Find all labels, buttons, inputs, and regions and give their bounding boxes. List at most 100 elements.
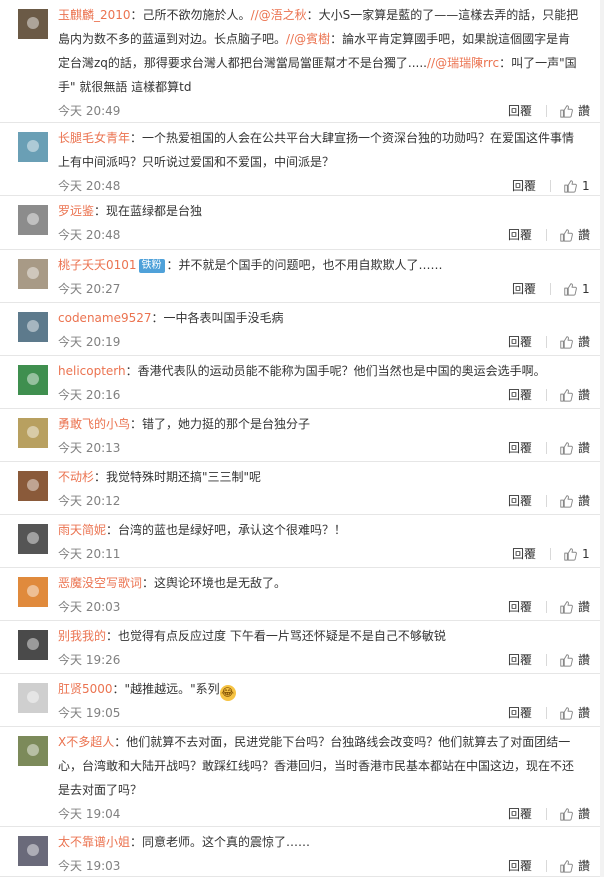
comment-time: 今天 19:04 <box>58 807 121 821</box>
username-link[interactable]: 长腿毛女青年 <box>58 131 130 145</box>
mention-link[interactable]: //@浯之秋 <box>251 8 307 22</box>
username-link[interactable]: 肛贤5000 <box>58 682 113 696</box>
reply-button[interactable]: 回覆 <box>508 225 532 245</box>
comment-item: 雨天简妮：台湾的蓝也是绿好吧，承认这个很难吗？！ 今天 20:11 回覆 1 <box>0 515 600 568</box>
reply-button[interactable]: 回覆 <box>508 101 532 121</box>
avatar[interactable] <box>18 9 48 39</box>
reply-button[interactable]: 回覆 <box>508 438 532 458</box>
avatar[interactable] <box>18 132 48 162</box>
avatar[interactable] <box>18 577 48 607</box>
reply-button[interactable]: 回覆 <box>512 544 536 564</box>
like-button[interactable]: 讚 <box>559 332 590 352</box>
avatar[interactable] <box>18 418 48 448</box>
reply-button[interactable]: 回覆 <box>508 804 532 824</box>
like-button[interactable]: 讚 <box>559 804 590 824</box>
comment-text: X不多超人：他们就算不去对面，民进党能下台吗？台独路线会改变吗？他们就算去了对面… <box>58 730 580 802</box>
comment-meta: 今天 20:11 回覆 1 <box>58 544 590 564</box>
avatar[interactable] <box>18 736 48 766</box>
reply-button[interactable]: 回覆 <box>512 279 536 299</box>
avatar[interactable] <box>18 524 48 554</box>
like-button[interactable]: 讚 <box>559 101 590 121</box>
divider <box>545 808 547 820</box>
avatar[interactable] <box>18 630 48 660</box>
reply-button[interactable]: 回覆 <box>508 597 532 617</box>
like-button[interactable]: 讚 <box>559 703 590 723</box>
like-button[interactable]: 讚 <box>559 438 590 458</box>
avatar-figure <box>27 267 39 279</box>
comment-body: ：现在蓝绿都是台独 <box>94 204 203 218</box>
reply-button[interactable]: 回覆 <box>508 650 532 670</box>
like-button[interactable]: 讚 <box>559 225 590 245</box>
like-count: 讚 <box>577 228 590 242</box>
divider <box>545 105 547 117</box>
username-link[interactable]: 恶魔没空写歌词 <box>58 576 142 590</box>
like-count: 讚 <box>577 859 590 873</box>
reply-button[interactable]: 回覆 <box>508 332 532 352</box>
thumbs-up-icon <box>563 179 582 193</box>
divider <box>545 707 547 719</box>
comment-body: ：同意老师。这个真的震惊了…… <box>130 835 311 849</box>
reply-button[interactable]: 回覆 <box>508 856 532 876</box>
username-link[interactable]: 玉麒麟_2010 <box>58 8 131 22</box>
username-link[interactable]: codename9527 <box>58 311 152 325</box>
reply-button[interactable]: 回覆 <box>512 176 536 196</box>
username-link[interactable]: 太不靠谱小姐 <box>58 835 130 849</box>
username-link[interactable]: X不多超人 <box>58 735 114 749</box>
comment-meta: 今天 20:03 回覆 讚 <box>58 597 590 617</box>
avatar-figure <box>27 844 39 856</box>
username-link[interactable]: 别我我的 <box>58 629 106 643</box>
like-button[interactable]: 讚 <box>559 597 590 617</box>
avatar[interactable] <box>18 836 48 866</box>
comment-actions: 回覆 讚 <box>508 703 590 723</box>
mention-link[interactable]: //@賓樹 <box>286 32 330 46</box>
scrollbar-track[interactable] <box>600 0 604 877</box>
thumbs-up-icon <box>559 335 578 349</box>
like-button[interactable]: 讚 <box>559 856 590 876</box>
comment-body: ：香港代表队的运动员能不能称为国手呢？他们当然也是中国的奥运会选手啊。 <box>125 364 546 378</box>
thumbs-up-icon <box>559 706 578 720</box>
username-link[interactable]: 桃子夭夭0101 <box>58 258 137 272</box>
like-button[interactable]: 讚 <box>559 491 590 511</box>
username-link[interactable]: 不动杉 <box>58 470 94 484</box>
avatar-figure <box>27 479 39 491</box>
like-button[interactable]: 1 <box>563 544 590 564</box>
mention-link[interactable]: //@瑞瑞陳rrc <box>427 56 499 70</box>
username-link[interactable]: helicopterh <box>58 364 126 378</box>
comment-actions: 回覆 讚 <box>508 856 590 876</box>
comment-actions: 回覆 讚 <box>508 225 590 245</box>
like-count: 讚 <box>577 104 590 118</box>
like-button[interactable]: 讚 <box>559 385 590 405</box>
reply-button[interactable]: 回覆 <box>508 385 532 405</box>
reply-button[interactable]: 回覆 <box>508 491 532 511</box>
like-count: 讚 <box>577 600 590 614</box>
username-link[interactable]: 勇敢飞的小鸟 <box>58 417 130 431</box>
avatar[interactable] <box>18 259 48 289</box>
like-button[interactable]: 1 <box>563 176 590 196</box>
comment-time: 今天 19:03 <box>58 859 121 873</box>
comment-body: ：错了，她力挺的那个是台独分子 <box>130 417 311 431</box>
like-button[interactable]: 1 <box>563 279 590 299</box>
avatar[interactable] <box>18 683 48 713</box>
username-link[interactable]: 雨天简妮 <box>58 523 106 537</box>
avatar-figure <box>27 532 39 544</box>
avatar[interactable] <box>18 205 48 235</box>
reply-button[interactable]: 回覆 <box>508 703 532 723</box>
comment-body: ：也觉得有点反应过度 下午看一片骂还怀疑是不是自己不够敏锐 <box>106 629 446 643</box>
comment-time: 今天 19:05 <box>58 706 121 720</box>
comment-item: 长腿毛女青年：一个热爱祖国的人会在公共平台大肆宣扬一个资深台独的功勋吗？在爱国这… <box>0 123 600 196</box>
like-button[interactable]: 讚 <box>559 650 590 670</box>
comment-meta: 今天 20:12 回覆 讚 <box>58 491 590 511</box>
comment-meta: 今天 20:27 回覆 1 <box>58 279 590 299</box>
username-link[interactable]: 罗远鉴 <box>58 204 94 218</box>
comment-text: 罗远鉴：现在蓝绿都是台独 <box>58 199 580 223</box>
like-count: 讚 <box>577 388 590 402</box>
avatar[interactable] <box>18 312 48 342</box>
comment-actions: 回覆 讚 <box>508 438 590 458</box>
like-count: 讚 <box>577 653 590 667</box>
avatar[interactable] <box>18 365 48 395</box>
avatar[interactable] <box>18 471 48 501</box>
comment-item: 太不靠谱小姐：同意老师。这个真的震惊了…… 今天 19:03 回覆 讚 <box>0 827 600 877</box>
comment-text: codename9527：一中各表叫国手没毛病 <box>58 306 580 330</box>
comment-item: 罗远鉴：现在蓝绿都是台独 今天 20:48 回覆 讚 <box>0 196 600 250</box>
comment-body: ：并不就是个国手的问题吧，也不用自欺欺人了…… <box>166 258 443 272</box>
